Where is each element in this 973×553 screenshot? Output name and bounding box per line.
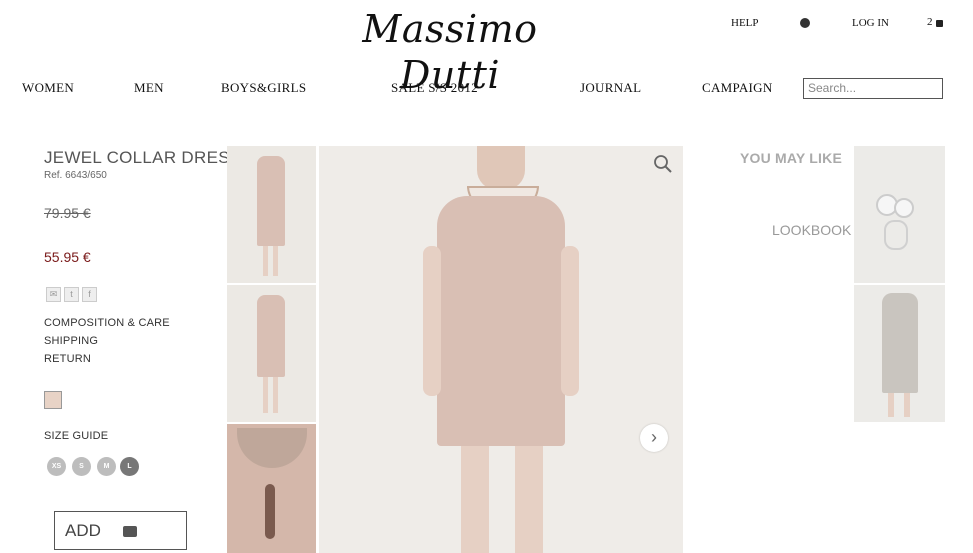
nav-campaign[interactable]: CAMPAIGN <box>702 80 773 96</box>
email-icon[interactable]: ✉ <box>46 287 61 302</box>
globe-icon[interactable] <box>800 18 810 28</box>
product-ref: Ref. 6643/650 <box>44 170 107 181</box>
size-guide-link[interactable]: SIZE GUIDE <box>44 430 108 442</box>
shipping-link[interactable]: SHIPPING <box>44 335 98 347</box>
return-link[interactable]: RETURN <box>44 353 91 365</box>
recommended-earrings[interactable] <box>854 146 945 283</box>
size-l[interactable]: L <box>120 457 139 476</box>
old-price: 79.95 € <box>44 205 91 221</box>
cart-count[interactable]: 2 <box>927 16 933 28</box>
nav-women[interactable]: WOMEN <box>22 80 74 96</box>
cart-icon[interactable] <box>936 20 943 27</box>
recommended-coat-look[interactable] <box>854 285 945 422</box>
bag-icon <box>123 526 137 537</box>
help-link[interactable]: HELP <box>731 17 759 29</box>
add-label: ADD <box>65 521 101 540</box>
product-title: JEWEL COLLAR DRESS <box>44 148 242 167</box>
you-may-like-heading: YOU MAY LIKE <box>740 150 842 166</box>
size-xs[interactable]: XS <box>47 457 66 476</box>
nav-men[interactable]: MEN <box>134 80 164 96</box>
thumbnail-detail[interactable] <box>227 424 316 553</box>
brand-logo[interactable]: Massimo Dutti <box>320 6 580 97</box>
nav-sale[interactable]: SALE S/S 2012 <box>391 80 478 96</box>
twitter-icon[interactable]: t <box>64 287 79 302</box>
size-s[interactable]: S <box>72 457 91 476</box>
thumbnail-front[interactable] <box>227 146 316 283</box>
facebook-icon[interactable]: f <box>82 287 97 302</box>
nav-boys-girls[interactable]: BOYS&GIRLS <box>221 80 306 96</box>
lookbook-link[interactable]: LOOKBOOK <box>772 222 851 238</box>
thumbnail-back[interactable] <box>227 285 316 422</box>
zoom-icon[interactable] <box>653 154 673 174</box>
sale-price: 55.95 € <box>44 249 91 265</box>
size-m[interactable]: M <box>97 457 116 476</box>
composition-care-link[interactable]: COMPOSITION & CARE <box>44 317 170 329</box>
nav-journal[interactable]: JOURNAL <box>580 80 641 96</box>
add-to-cart-button[interactable]: ADD <box>54 511 187 550</box>
product-main-image[interactable] <box>319 146 683 553</box>
chevron-right-icon[interactable]: › <box>640 424 668 452</box>
color-swatch[interactable] <box>44 391 62 409</box>
login-link[interactable]: LOG IN <box>852 17 889 29</box>
search-input[interactable]: Search... <box>803 78 943 99</box>
